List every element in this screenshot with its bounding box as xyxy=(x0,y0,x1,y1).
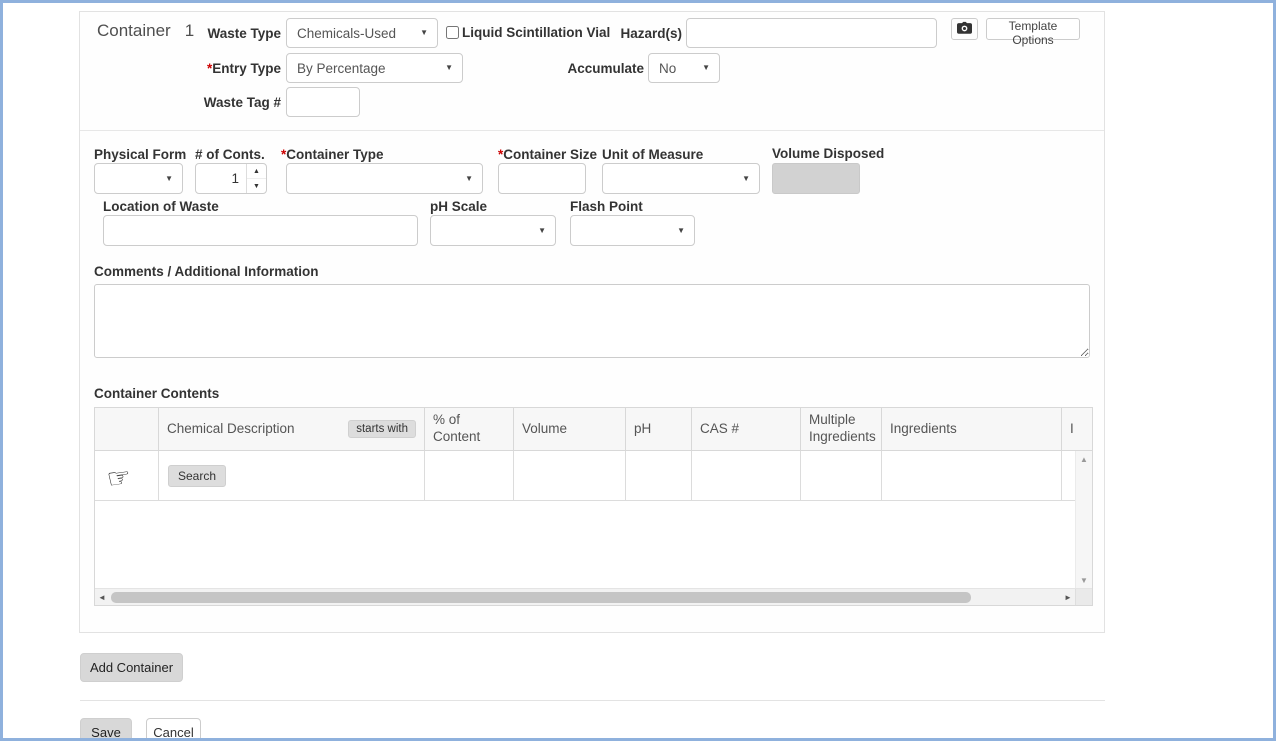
chevron-down-icon: ▼ xyxy=(742,175,750,183)
chevron-down-icon: ▼ xyxy=(465,175,473,183)
template-options-button[interactable]: Template Options xyxy=(986,18,1080,40)
entry-type-label: *Entry Type xyxy=(191,61,281,76)
horizontal-scrollbar[interactable]: ◄ ► xyxy=(95,588,1092,605)
liquid-scintillation-vial-label: Liquid Scintillation Vial xyxy=(462,25,610,40)
scroll-right-icon[interactable]: ► xyxy=(1061,593,1075,602)
column-header-chemical-description: Chemical Description starts with xyxy=(159,408,425,450)
column-header-ingredients: Ingredients xyxy=(882,408,1062,450)
scroll-up-icon[interactable]: ▲ xyxy=(1076,455,1092,464)
table-header-row: Chemical Description starts with % of Co… xyxy=(95,408,1092,451)
container-type-label: *Container Type xyxy=(281,147,384,162)
flash-point-label: Flash Point xyxy=(570,199,643,214)
starts-with-filter-button[interactable]: starts with xyxy=(348,420,416,438)
container-size-input[interactable] xyxy=(498,163,586,194)
camera-icon xyxy=(957,21,972,37)
row-selector-cell: ☞ xyxy=(95,451,159,501)
chevron-down-icon: ▼ xyxy=(420,29,428,37)
scroll-down-icon[interactable]: ▼ xyxy=(1076,576,1092,585)
column-header-volume: Volume xyxy=(514,408,626,450)
search-button[interactable]: Search xyxy=(168,465,226,487)
save-button[interactable]: Save xyxy=(80,718,132,741)
multiple-ingredients-cell[interactable] xyxy=(801,451,882,501)
column-header-ph: pH xyxy=(626,408,692,450)
physical-form-label: Physical Form xyxy=(94,147,186,162)
container-contents-title: Container Contents xyxy=(94,386,219,401)
hazards-input[interactable] xyxy=(686,18,937,48)
flash-point-select[interactable]: ▼ xyxy=(570,215,695,246)
waste-type-select[interactable]: Chemicals-Used ▼ xyxy=(286,18,438,48)
scrollbar-corner xyxy=(1075,589,1092,605)
column-header-selector xyxy=(95,408,159,450)
cas-cell[interactable] xyxy=(692,451,801,501)
num-conts-stepper[interactable]: 1 ▲ ▼ xyxy=(195,163,267,194)
container-contents-table: Chemical Description starts with % of Co… xyxy=(94,407,1093,606)
waste-tag-input[interactable] xyxy=(286,87,360,117)
container-type-select[interactable]: ▼ xyxy=(286,163,483,194)
liquid-scintillation-vial-checkbox[interactable] xyxy=(446,26,459,39)
chevron-down-icon: ▼ xyxy=(538,227,546,235)
volume-disposed-field xyxy=(772,163,860,194)
location-of-waste-label: Location of Waste xyxy=(103,199,219,214)
accumulate-label: Accumulate xyxy=(563,61,644,76)
ingredients-cell[interactable] xyxy=(882,451,1062,501)
vertical-scrollbar[interactable]: ▲ ▼ xyxy=(1075,451,1092,589)
comments-label: Comments / Additional Information xyxy=(94,264,319,279)
camera-button[interactable] xyxy=(951,18,978,40)
scroll-left-icon[interactable]: ◄ xyxy=(95,593,109,602)
container-size-label: *Container Size xyxy=(498,147,597,162)
column-header-multiple-ingredients: Multiple Ingredients xyxy=(801,408,882,450)
num-conts-value[interactable]: 1 xyxy=(196,164,247,193)
ph-scale-select[interactable]: ▼ xyxy=(430,215,556,246)
chevron-down-icon: ▼ xyxy=(677,227,685,235)
pointing-hand-icon: ☞ xyxy=(105,463,133,493)
add-container-button[interactable]: Add Container xyxy=(80,653,183,682)
column-header-percent-of-content: % of Content xyxy=(425,408,514,450)
location-of-waste-input[interactable] xyxy=(103,215,418,246)
volume-cell[interactable] xyxy=(514,451,626,501)
ph-scale-label: pH Scale xyxy=(430,199,487,214)
column-header-truncated: I xyxy=(1062,408,1092,450)
entry-type-select[interactable]: By Percentage ▼ xyxy=(286,53,463,83)
stepper-down-icon[interactable]: ▼ xyxy=(247,179,266,193)
num-conts-label: # of Conts. xyxy=(195,147,265,162)
app-window: Container 1 Waste Type Chemicals-Used ▼ … xyxy=(0,0,1276,741)
chevron-down-icon: ▼ xyxy=(165,175,173,183)
physical-form-select[interactable]: ▼ xyxy=(94,163,183,194)
horizontal-scrollbar-thumb[interactable] xyxy=(111,592,971,603)
unit-of-measure-label: Unit of Measure xyxy=(602,147,703,162)
chevron-down-icon: ▼ xyxy=(445,64,453,72)
accumulate-select[interactable]: No ▼ xyxy=(648,53,720,83)
volume-disposed-label: Volume Disposed xyxy=(772,146,884,161)
column-header-cas: CAS # xyxy=(692,408,801,450)
cancel-button[interactable]: Cancel xyxy=(146,718,201,741)
hazards-label: Hazard(s) xyxy=(603,26,682,41)
table-row: ☞ Search xyxy=(95,451,1092,501)
chevron-down-icon: ▼ xyxy=(702,64,710,72)
unit-of-measure-select[interactable]: ▼ xyxy=(602,163,760,194)
ph-cell[interactable] xyxy=(626,451,692,501)
chemical-description-cell: Search xyxy=(159,451,425,501)
stepper-up-icon[interactable]: ▲ xyxy=(247,164,266,179)
footer-divider xyxy=(80,700,1105,701)
percent-of-content-cell[interactable] xyxy=(425,451,514,501)
comments-textarea[interactable] xyxy=(94,284,1090,358)
waste-type-label: Waste Type xyxy=(193,26,281,41)
table-body: ☞ Search ▲ ▼ xyxy=(95,451,1092,589)
container-title: Container 1 xyxy=(97,21,194,41)
waste-tag-label: Waste Tag # xyxy=(191,95,281,110)
